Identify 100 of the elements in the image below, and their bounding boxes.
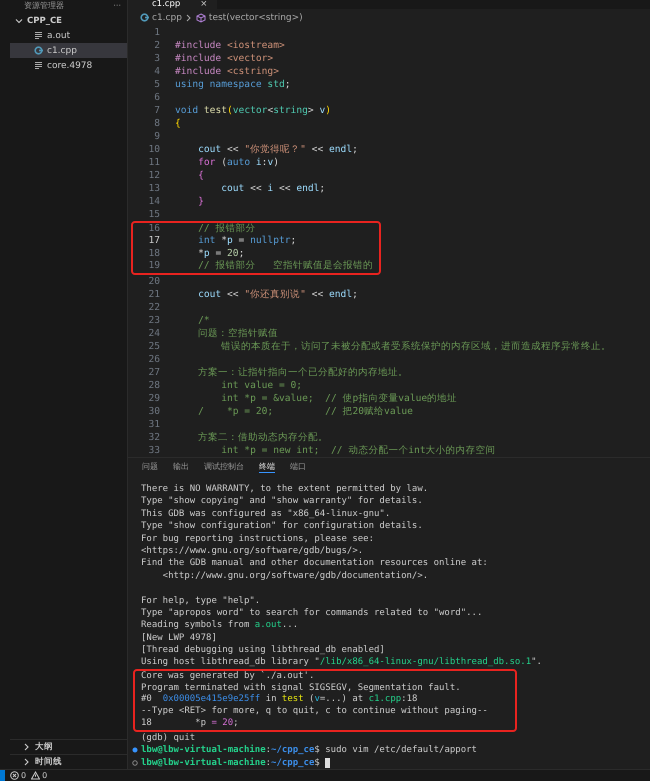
terminal-line: Find the GDB manual and other documentation resources online at:: [141, 557, 488, 570]
code-line: /*: [197, 314, 210, 327]
file-item[interactable]: core.4978: [10, 58, 127, 73]
line-number: 3: [153, 52, 161, 65]
terminal-line: <http://www.gnu.org/software/gdb/documentation/>.: [162, 570, 428, 582]
terminal-line: [New LWP 4978]: [141, 632, 217, 644]
code-line: int *p = &value; // 使p指向变量value的地址: [220, 392, 458, 405]
breadcrumb-item[interactable]: test(vector<string>): [208, 12, 303, 23]
line-number: 24: [147, 326, 161, 340]
remote-indicator[interactable]: [0, 770, 5, 781]
terminal-line: For help, type "help".: [141, 594, 260, 607]
code-line: // 报错部分: [197, 222, 256, 236]
code-line: #include <iostream>: [175, 38, 285, 52]
cpp-file-icon: [34, 46, 43, 55]
terminal-line: lbw@lbw-virtual-machine:~/cpp_ce$ sudo vim /etc/default/apport: [141, 744, 477, 757]
line-number: 18: [147, 248, 161, 260]
terminal-line: <https://www.gnu.org/software/gdb/bugs/>.: [141, 544, 364, 558]
line-number: 2: [153, 38, 161, 52]
code-line: 方案一：让指针指向一个已分配好的内存地址。: [197, 366, 408, 379]
code-line: {: [175, 116, 181, 130]
line-number: 15: [147, 208, 161, 221]
code-line: cout << i << endl;: [220, 182, 326, 195]
cpp-file-icon: [140, 13, 149, 22]
editor-tab[interactable]: c1.cpp ×: [128, 0, 218, 10]
line-number: 4: [153, 64, 161, 78]
line-number: 5: [153, 78, 161, 91]
line-number: 26: [147, 352, 161, 366]
problems-indicator[interactable]: 0 0: [5, 771, 50, 780]
cube-icon: [196, 12, 206, 23]
line-number: 23: [147, 314, 161, 327]
explorer-title: 资源管理器: [24, 2, 64, 10]
code-line: void test(vector<string> v): [175, 104, 331, 117]
terminal-line: Program terminated with signal SIGSEGV, Segmentation fault.: [141, 682, 461, 694]
code-line: int value = 0;: [220, 378, 302, 392]
chevron-icon: [14, 16, 24, 26]
terminal-line: (gdb) quit: [141, 732, 196, 744]
line-number: 11: [147, 156, 161, 169]
terminal-line: There is NO WARRANTY, to the extent permitted by law.: [141, 482, 428, 496]
code-line: 问题：空指针赋值: [197, 326, 278, 340]
terminal-line: Type "apropos word" to search for commands related to "word"...: [141, 606, 482, 620]
line-number: 19: [147, 260, 161, 273]
code-line: for (auto i:v): [197, 156, 280, 169]
text-file-icon: [34, 61, 43, 70]
terminal-line: This GDB was configured as "x86_64-linux-gnu".: [141, 508, 390, 520]
panel-tab[interactable]: 问题: [142, 460, 158, 472]
close-button[interactable]: ×: [200, 0, 208, 10]
terminal-line: 18 *p = 20;: [141, 718, 239, 730]
terminal-line: Type "show configuration" for configuration details.: [141, 520, 423, 533]
panel-tab[interactable]: 调试控制台: [204, 460, 244, 472]
line-number: 12: [147, 168, 161, 182]
code-line: / *p = 20; // 把20赋给value: [197, 404, 413, 418]
line-number: 25: [147, 340, 161, 353]
line-number: 32: [147, 430, 161, 444]
line-number: 30: [147, 404, 161, 418]
code-line: cout << "你觉得呢？" << endl;: [197, 142, 358, 156]
code-line: #include <vector>: [175, 52, 274, 65]
line-number: 21: [147, 288, 161, 301]
code-line: #include <cstring>: [175, 64, 279, 78]
chevron-icon: [184, 12, 193, 23]
line-number: 22: [147, 300, 161, 314]
terminal-line: For bug reporting instructions, please see:: [141, 532, 374, 545]
line-number: 10: [147, 142, 161, 156]
code-line: 错误的本质在于，访问了未被分配或者受系统保护的内存区域，进而造成程序异常终止。: [220, 340, 612, 353]
error-icon: [10, 771, 19, 780]
terminal-line: lbw@lbw-virtual-machine:~/cpp_ce$: [141, 756, 320, 770]
breadcrumb-item[interactable]: c1.cpp: [152, 12, 182, 23]
line-number: 9: [153, 130, 161, 143]
terminal-line: Core was generated by `./a.out'.: [141, 670, 314, 683]
more-button[interactable]: ···: [113, 2, 121, 10]
line-number: 13: [147, 182, 161, 195]
terminal-line: Reading symbols from a.out...: [141, 619, 298, 632]
file-item[interactable]: c1.cpp: [10, 43, 127, 58]
folder-row[interactable]: CPP_CE: [10, 10, 127, 28]
terminal-line: --Type <RET> for more, q to quit, c to continue without paging--: [141, 706, 488, 718]
code-line: int *p = nullptr;: [197, 235, 296, 248]
terminal-line: #0 0x00005e415e9e25ff in test (v=...) at c1.cpp:18: [141, 694, 418, 706]
line-number: 14: [147, 194, 161, 208]
terminal-line: Type "show copying" and "show warranty" for details.: [141, 495, 423, 508]
terminal-line: [Thread debugging using libthread_db enabled]: [141, 644, 385, 656]
section-header[interactable]: 大纲: [10, 739, 127, 754]
code-line: 方案二：借助动态内存分配。: [197, 430, 328, 444]
line-number: 29: [147, 392, 161, 405]
code-line: // 报错部分 空指针赋值是会报错的: [197, 260, 373, 273]
line-number: 20: [147, 274, 161, 288]
file-item[interactable]: a.out: [10, 28, 127, 43]
line-number: 27: [147, 366, 161, 379]
text-file-icon: [34, 31, 43, 40]
warning-icon: [31, 771, 40, 780]
line-number: 31: [147, 418, 161, 431]
line-number: 33: [147, 444, 161, 457]
code-line: using namespace std;: [175, 78, 291, 91]
panel-tab[interactable]: 端口: [290, 460, 306, 472]
line-number: 6: [153, 90, 161, 104]
panel-tab[interactable]: 终端: [259, 460, 275, 473]
line-number: 17: [147, 235, 161, 248]
panel-tab[interactable]: 输出: [173, 460, 189, 472]
code-line: cout << "你还真别说" << endl;: [197, 288, 358, 301]
line-number: 7: [153, 104, 161, 117]
line-number: 28: [147, 378, 161, 392]
code-line: int *p = new int; // 动态分配一个int大小的内存空间: [220, 444, 496, 457]
